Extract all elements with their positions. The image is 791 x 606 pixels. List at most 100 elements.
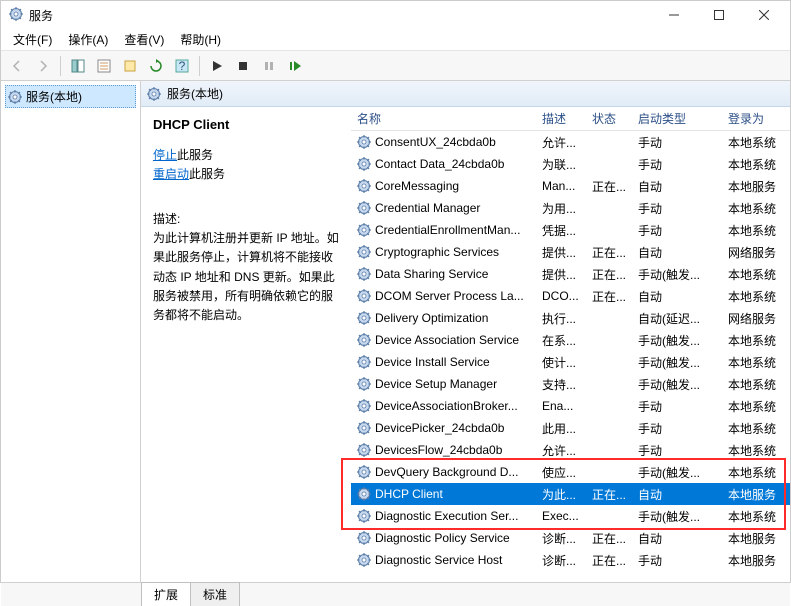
service-row[interactable]: Device Install Service使计...手动(触发...本地系统: [351, 351, 790, 373]
service-status: [586, 426, 632, 430]
service-logon: 本地系统: [722, 286, 782, 307]
service-name: Cryptographic Services: [375, 245, 499, 259]
menu-action[interactable]: 操作(A): [60, 29, 116, 50]
service-name: Diagnostic Execution Ser...: [375, 509, 518, 523]
service-row[interactable]: DevicePicker_24cbda0b此用...手动本地系统: [351, 417, 790, 439]
service-status: 正在...: [586, 550, 632, 571]
service-row[interactable]: Diagnostic Policy Service诊断...正在...自动本地服…: [351, 527, 790, 549]
service-startup: 手动: [632, 440, 722, 461]
menu-view[interactable]: 查看(V): [116, 29, 172, 50]
service-name: Credential Manager: [375, 201, 480, 215]
service-row[interactable]: ConsentUX_24cbda0b允许...手动本地系统: [351, 131, 790, 153]
service-startup: 手动: [632, 154, 722, 175]
toolbar-separator: [199, 56, 200, 76]
tab-extended[interactable]: 扩展: [141, 582, 191, 606]
stop-service-button[interactable]: [231, 54, 255, 78]
minimize-button[interactable]: [651, 1, 696, 29]
service-desc: Ena...: [536, 397, 586, 415]
gear-icon: [8, 90, 22, 104]
col-logon[interactable]: 登录为: [722, 107, 782, 130]
view-tabs: 扩展 标准: [1, 582, 790, 606]
service-row[interactable]: DCOM Server Process La...DCO...正在...自动本地…: [351, 285, 790, 307]
service-desc: 凭据...: [536, 220, 586, 241]
description-label: 描述:: [153, 210, 339, 229]
restart-service-button[interactable]: [283, 54, 307, 78]
service-desc: 在系...: [536, 330, 586, 351]
service-row[interactable]: CredentialEnrollmentMan...凭据...手动本地系统: [351, 219, 790, 241]
show-hide-tree-button[interactable]: [66, 54, 90, 78]
gear-icon: [357, 289, 371, 303]
service-row[interactable]: Diagnostic Execution Ser...Exec...手动(触发.…: [351, 505, 790, 527]
service-row[interactable]: Contact Data_24cbda0b为联...手动本地系统: [351, 153, 790, 175]
service-row[interactable]: DeviceAssociationBroker...Ena...手动本地系统: [351, 395, 790, 417]
service-status: 正在...: [586, 286, 632, 307]
service-detail-title: DHCP Client: [153, 117, 339, 132]
col-desc[interactable]: 描述: [536, 107, 586, 130]
right-pane: 服务(本地) DHCP Client 停止此服务 重启动此服务 描述: 为此计算…: [141, 81, 790, 582]
service-row[interactable]: Data Sharing Service提供...正在...手动(触发...本地…: [351, 263, 790, 285]
col-status[interactable]: 状态: [586, 107, 632, 130]
service-row[interactable]: Cryptographic Services提供...正在...自动网络服务: [351, 241, 790, 263]
maximize-button[interactable]: [696, 1, 741, 29]
properties-button[interactable]: [92, 54, 116, 78]
service-startup: 自动(延迟...: [632, 308, 722, 329]
stop-suffix: 此服务: [177, 148, 213, 162]
service-status: [586, 206, 632, 210]
service-name: Contact Data_24cbda0b: [375, 157, 504, 171]
tab-standard[interactable]: 标准: [190, 582, 240, 606]
gear-icon: [357, 421, 371, 435]
main-area: 服务(本地) 服务(本地) DHCP Client 停止此服务 重启动此服务 描…: [1, 81, 790, 582]
stop-service-link[interactable]: 停止: [153, 148, 177, 162]
col-name[interactable]: 名称: [351, 107, 536, 130]
service-desc: 提供...: [536, 264, 586, 285]
help-button[interactable]: ?: [170, 54, 194, 78]
service-row[interactable]: Diagnostic Service Host诊断...正在...手动本地服务: [351, 549, 790, 571]
service-desc: 提供...: [536, 242, 586, 263]
service-logon: 本地系统: [722, 198, 782, 219]
service-startup: 自动: [632, 528, 722, 549]
pause-service-button[interactable]: [257, 54, 281, 78]
service-logon: 本地服务: [722, 484, 782, 505]
service-logon: 本地系统: [722, 154, 782, 175]
service-startup: 手动(触发...: [632, 264, 722, 285]
forward-button[interactable]: [31, 54, 55, 78]
menu-help[interactable]: 帮助(H): [172, 29, 229, 50]
window-title: 服务: [27, 7, 651, 24]
app-icon: [9, 7, 23, 24]
gear-icon: [357, 267, 371, 281]
service-logon: 网络服务: [722, 308, 782, 329]
start-service-button[interactable]: [205, 54, 229, 78]
menu-file[interactable]: 文件(F): [5, 29, 60, 50]
service-row[interactable]: Device Setup Manager支持...手动(触发...本地系统: [351, 373, 790, 395]
restart-service-link[interactable]: 重启动: [153, 167, 189, 181]
gear-icon: [357, 311, 371, 325]
service-status: [586, 228, 632, 232]
service-name: DeviceAssociationBroker...: [375, 399, 518, 413]
service-status: [586, 382, 632, 386]
gear-icon: [357, 333, 371, 347]
service-logon: 本地服务: [722, 176, 782, 197]
service-row[interactable]: Delivery Optimization执行...自动(延迟...网络服务: [351, 307, 790, 329]
service-desc: 允许...: [536, 440, 586, 461]
service-startup: 手动(触发...: [632, 352, 722, 373]
service-status: [586, 470, 632, 474]
tree-node-services-local[interactable]: 服务(本地): [5, 85, 136, 108]
service-startup: 手动: [632, 220, 722, 241]
service-row[interactable]: DHCP Client为此...正在...自动本地服务: [351, 483, 790, 505]
close-button[interactable]: [741, 1, 786, 29]
back-button[interactable]: [5, 54, 29, 78]
service-row[interactable]: DevQuery Background D...使应...手动(触发...本地系…: [351, 461, 790, 483]
service-logon: 本地系统: [722, 220, 782, 241]
service-row[interactable]: Credential Manager为用...手动本地系统: [351, 197, 790, 219]
service-desc: Exec...: [536, 507, 586, 525]
service-row[interactable]: CoreMessagingMan...正在...自动本地服务: [351, 175, 790, 197]
service-name: DevQuery Background D...: [375, 465, 518, 479]
export-button[interactable]: [118, 54, 142, 78]
service-status: [586, 448, 632, 452]
service-row[interactable]: Device Association Service在系...手动(触发...本…: [351, 329, 790, 351]
service-row[interactable]: DevicesFlow_24cbda0b允许...手动本地系统: [351, 439, 790, 461]
col-startup[interactable]: 启动类型: [632, 107, 722, 130]
refresh-button[interactable]: [144, 54, 168, 78]
service-startup: 自动: [632, 484, 722, 505]
service-logon: 本地系统: [722, 462, 782, 483]
